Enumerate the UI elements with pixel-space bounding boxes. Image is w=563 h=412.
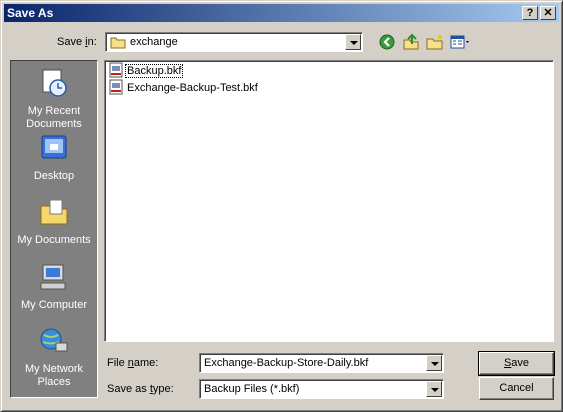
network-places-icon xyxy=(11,325,97,361)
file-list[interactable]: Backup.bkf Exchange-Backup-Test.bkf xyxy=(104,60,554,342)
save-in-label: Save in: xyxy=(57,36,97,48)
recent-documents-icon xyxy=(11,67,97,103)
save-as-type-label: Save as type: xyxy=(107,383,174,395)
file-name: Backup.bkf xyxy=(124,64,184,78)
save-as-dialog: Save As ? ✕ Save in: exchange My Recent … xyxy=(0,0,563,412)
desktop-icon xyxy=(11,132,97,168)
save-as-type-dropdown-arrow[interactable] xyxy=(426,381,442,397)
save-in-dropdown[interactable]: exchange xyxy=(105,32,363,52)
place-label: My Recent Documents xyxy=(26,105,82,130)
save-button[interactable]: Save xyxy=(478,351,555,376)
place-desktop[interactable]: Desktop xyxy=(11,132,97,183)
my-documents-icon xyxy=(11,196,97,232)
save-as-type-dropdown[interactable]: Backup Files (*.bkf) xyxy=(199,379,444,399)
place-label: My Computer xyxy=(20,299,88,311)
views-menu-icon[interactable] xyxy=(449,32,473,52)
save-as-type-value: Backup Files (*.bkf) xyxy=(204,383,300,395)
file-name-label: File name: xyxy=(107,357,159,369)
place-my-network-places[interactable]: My Network Places xyxy=(11,325,97,389)
place-my-computer[interactable]: My Computer xyxy=(11,261,97,312)
place-label: My Network Places xyxy=(24,363,84,388)
place-my-recent-documents[interactable]: My Recent Documents xyxy=(11,67,97,131)
save-in-dropdown-arrow[interactable] xyxy=(345,34,361,50)
place-my-documents[interactable]: My Documents xyxy=(11,196,97,247)
back-icon[interactable] xyxy=(377,32,397,52)
places-bar: My Recent Documents Desktop My Documents… xyxy=(10,60,98,398)
help-button[interactable]: ? xyxy=(522,6,538,20)
save-in-value: exchange xyxy=(130,36,178,48)
window-title: Save As xyxy=(7,6,54,20)
file-name: Exchange-Backup-Test.bkf xyxy=(127,82,258,94)
up-folder-icon[interactable] xyxy=(401,32,421,52)
place-label: My Documents xyxy=(17,234,91,246)
cancel-button[interactable]: Cancel xyxy=(479,377,554,400)
close-button[interactable]: ✕ xyxy=(540,6,556,20)
backup-file-icon xyxy=(108,79,124,98)
list-item[interactable]: Backup.bkf xyxy=(108,62,184,79)
new-folder-icon[interactable] xyxy=(425,32,445,52)
place-label: Desktop xyxy=(33,170,75,182)
my-computer-icon xyxy=(11,261,97,297)
folder-icon xyxy=(110,36,126,52)
file-name-value: Exchange-Backup-Store-Daily.bkf xyxy=(204,357,369,369)
file-name-input[interactable]: Exchange-Backup-Store-Daily.bkf xyxy=(199,353,444,373)
list-item[interactable]: Exchange-Backup-Test.bkf xyxy=(108,79,259,98)
file-name-dropdown-arrow[interactable] xyxy=(426,355,442,371)
title-bar[interactable]: Save As ? ✕ xyxy=(4,4,559,22)
